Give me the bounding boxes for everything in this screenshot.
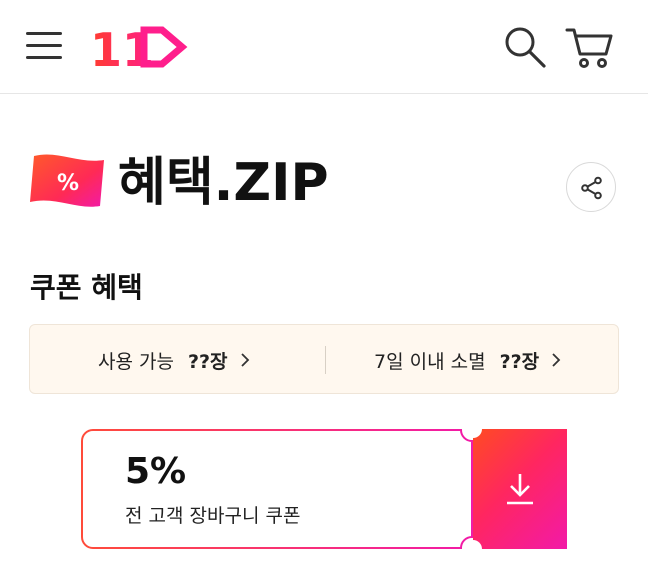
coupon-value: 5% (125, 451, 187, 492)
search-icon[interactable] (502, 24, 548, 70)
top-header: 11 (0, 0, 648, 94)
hamburger-menu-icon[interactable] (26, 28, 62, 64)
expiring-coupons-link[interactable]: 7일 이내 소멸 ??장 (374, 325, 565, 395)
ticket-notch-top (464, 420, 482, 438)
cart-icon[interactable] (564, 22, 616, 72)
coupon-description: 전 고객 장바구니 쿠폰 (125, 505, 301, 527)
available-coupons-link[interactable]: 사용 가능 ??장 (98, 325, 254, 395)
stat-label: 사용 가능 (98, 350, 174, 373)
coupon-card: 5% 전 고객 장바구니 쿠폰 (81, 429, 473, 549)
divider (325, 346, 326, 374)
ticket-notch-bottom (464, 540, 482, 558)
share-icon (581, 176, 602, 200)
stat-count: ??장 (499, 350, 540, 373)
chevron-right-icon (236, 351, 254, 369)
chevron-right-icon (547, 351, 565, 369)
page-title: 혜택.ZIP (118, 153, 329, 213)
section-title: 쿠폰 혜택 (30, 271, 143, 304)
coupon-stats-box: 사용 가능 ??장 7일 이내 소멸 ??장 (29, 324, 619, 394)
stat-count: ??장 (187, 350, 228, 373)
download-icon (507, 474, 533, 505)
11st-logo[interactable]: 11 (90, 22, 190, 77)
percent-badge-icon: % (28, 150, 108, 212)
share-button[interactable] (566, 162, 616, 212)
stat-label: 7일 이내 소멸 (374, 350, 486, 373)
download-coupon-button[interactable] (473, 429, 567, 549)
badge-symbol: % (57, 171, 79, 196)
